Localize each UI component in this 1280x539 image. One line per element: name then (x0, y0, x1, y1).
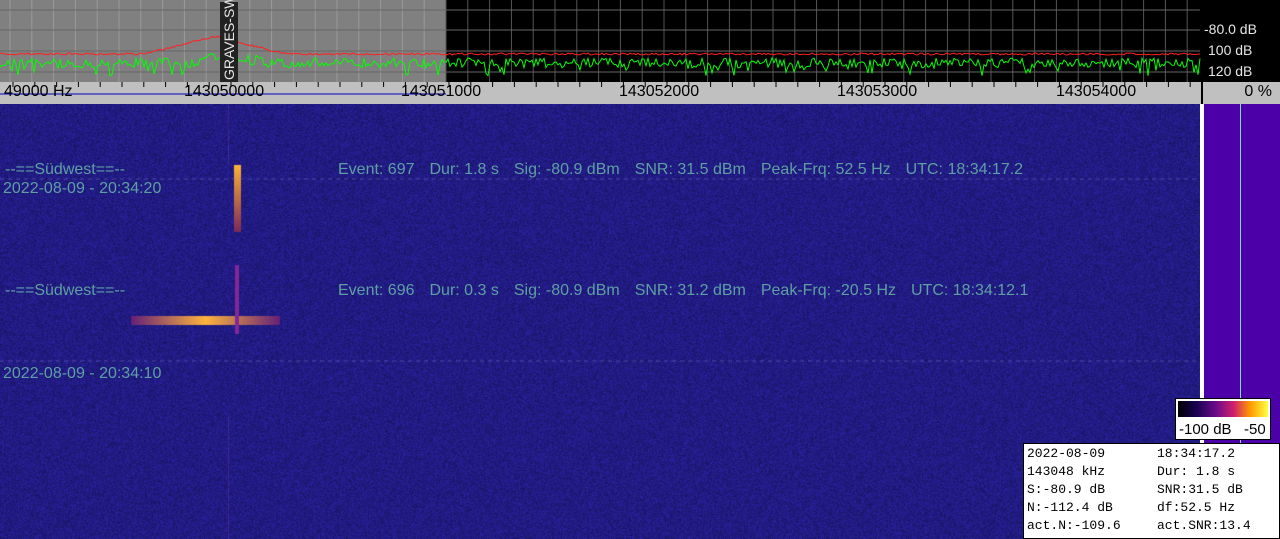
event-signal: Sig: -80.9 dBm (513, 282, 620, 299)
info-actual-snr: act.SNR:13.4 (1157, 518, 1251, 533)
event-number: Event: 697 (338, 161, 415, 178)
event-peak-freq: Peak-Frq: -20.5 Hz (760, 282, 896, 299)
frequency-scale[interactable]: 49000 Hz 143050000 143051000 143052000 1… (0, 82, 1201, 104)
event-info-1: Event: 697 Dur: 1.8 s Sig: -80.9 dBm SNR… (338, 161, 1023, 179)
timestamp-2: 2022-08-09 - 20:34:10 (3, 365, 162, 382)
info-actual-noise: act.N:-109.6 (1027, 518, 1121, 533)
info-noise: N:-112.4 dB (1027, 500, 1113, 515)
info-row: 2022-08-09 18:34:17.2 (1027, 446, 1235, 462)
spectrum-lab-window: GRAVES-SW -80.0 dB 100 dB 120 dB 49000 H… (0, 0, 1280, 539)
legend-min: -100 dB (1179, 421, 1232, 438)
freq-label-3: 143051000 (401, 83, 482, 100)
event-station-2: --==Südwest==-- (5, 282, 126, 299)
spectrum-display[interactable]: GRAVES-SW -80.0 dB 100 dB 120 dB (0, 0, 1280, 82)
event-duration: Dur: 1.8 s (429, 161, 499, 178)
info-time: 18:34:17.2 (1157, 446, 1236, 461)
db-label-bottom: 120 dB (1208, 63, 1253, 79)
station-label: GRAVES-SW (221, 0, 237, 80)
waterfall-display[interactable]: --==Südwest==-- Event: 697 Dur: 1.8 s Si… (0, 104, 1200, 539)
event-number: Event: 696 (338, 282, 415, 299)
db-label-top: -80.0 dB (1204, 21, 1257, 37)
event-utc: UTC: 18:34:12.1 (911, 282, 1029, 299)
event-duration: Dur: 0.3 s (429, 282, 499, 299)
freq-label-4: 143052000 (619, 83, 700, 100)
db-label-mid: 100 dB (1208, 42, 1253, 58)
event-snr: SNR: 31.2 dBm (634, 282, 746, 299)
event-peak-freq: Peak-Frq: 52.5 Hz (760, 161, 891, 178)
event-utc: UTC: 18:34:17.2 (905, 161, 1024, 178)
info-frequency: 143048 kHz (1027, 464, 1106, 479)
info-row: N:-112.4 dB df:52.5 Hz (1027, 500, 1235, 516)
info-signal: S:-80.9 dB (1027, 482, 1106, 497)
level-percent: 0 % (1244, 83, 1272, 100)
info-duration: Dur: 1.8 s (1157, 464, 1236, 479)
event-snr: SNR: 31.5 dBm (634, 161, 746, 178)
info-snr: SNR:31.5 dB (1157, 482, 1243, 497)
event-signal: Sig: -80.9 dBm (513, 161, 620, 178)
level-percent-box: 0 % (1201, 82, 1280, 104)
freq-label-6: 143054000 (1056, 83, 1137, 100)
event-station-1: --==Südwest==-- (5, 161, 126, 178)
info-row: S:-80.9 dB SNR:31.5 dB (1027, 482, 1243, 498)
event-info-2: Event: 696 Dur: 0.3 s Sig: -80.9 dBm SNR… (338, 282, 1028, 300)
info-row: act.N:-109.6 act.SNR:13.4 (1027, 518, 1251, 534)
freq-label-5: 143053000 (837, 83, 918, 100)
measurement-info-box: 2022-08-09 18:34:17.2 143048 kHz Dur: 1.8 … (1023, 443, 1280, 539)
freq-label-2: 143050000 (184, 83, 265, 100)
color-legend: -100 dB -50 (1175, 398, 1271, 440)
info-row: 143048 kHz Dur: 1.8 s (1027, 464, 1235, 480)
frequency-ticks (0, 82, 1191, 95)
freq-label-1: 49000 Hz (4, 83, 73, 100)
color-gradient (1178, 401, 1268, 417)
legend-max: -50 (1244, 421, 1266, 438)
timestamp-1: 2022-08-09 - 20:34:20 (3, 180, 162, 197)
info-date: 2022-08-09 (1027, 446, 1106, 461)
info-df: df:52.5 Hz (1157, 500, 1236, 515)
spectrum-plot: GRAVES-SW (0, 0, 1201, 82)
